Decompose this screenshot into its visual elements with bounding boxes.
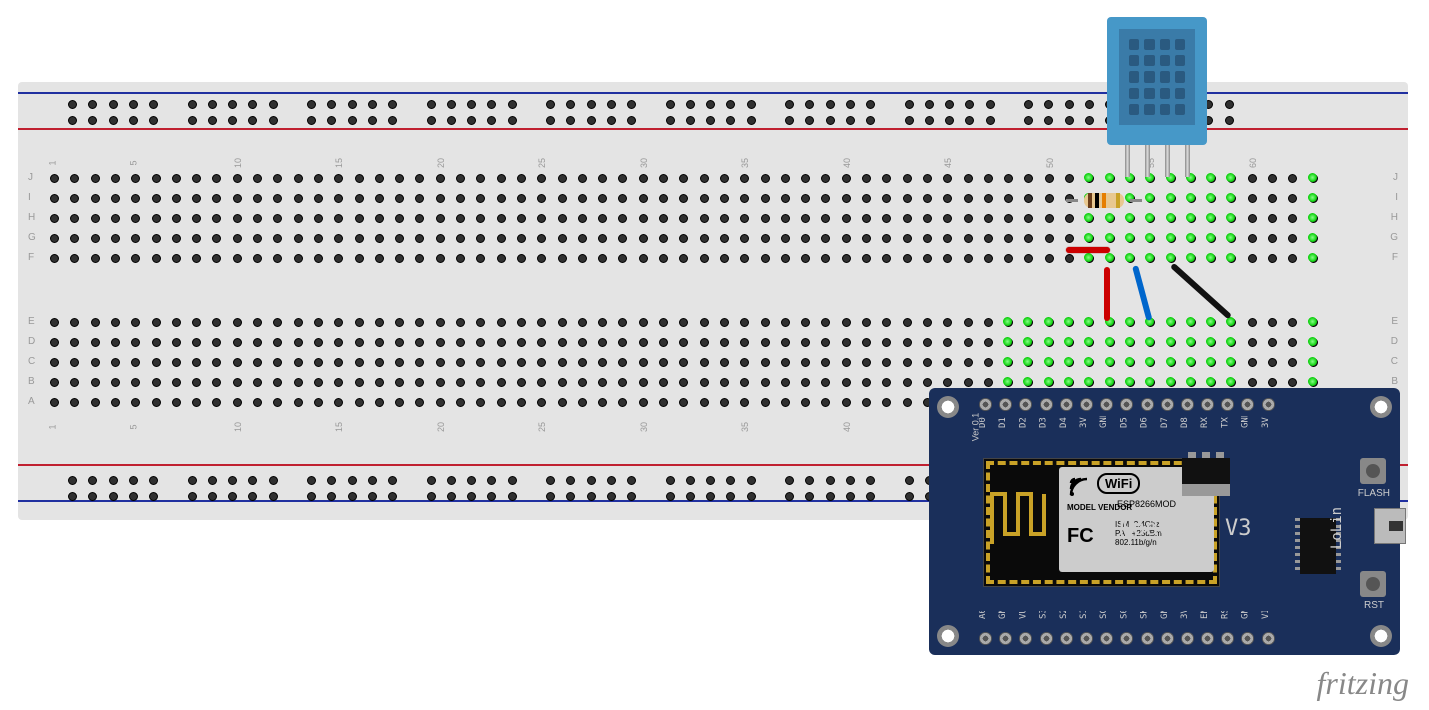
module-label: ESP8266MOD xyxy=(1117,499,1176,509)
svg-text:GND: GND xyxy=(1160,611,1170,619)
svg-text:D0: D0 xyxy=(979,417,988,428)
nodemcu-board: D0 D1 D2 D3 D4 3V GND D5 D6 D7 D8 RX TX GND 3V A0 GND VU… xyxy=(929,388,1400,655)
svg-text:D1: D1 xyxy=(998,417,1008,428)
svg-text:SK: SK xyxy=(1140,611,1150,619)
svg-text:3V: 3V xyxy=(1180,611,1190,619)
version-label: Ver 0.1 xyxy=(970,413,980,442)
svg-text:D7: D7 xyxy=(1160,417,1170,428)
wifi-badge: WiFi xyxy=(1097,473,1140,494)
svg-text:S2: S2 xyxy=(1059,611,1069,619)
svg-text:D3: D3 xyxy=(1039,417,1049,428)
svg-text:VIN: VIN xyxy=(1261,611,1271,619)
svg-text:D6: D6 xyxy=(1140,417,1150,428)
jumper-wire-red-short xyxy=(1066,247,1110,253)
flash-button[interactable] xyxy=(1360,458,1386,484)
svg-text:D5: D5 xyxy=(1119,417,1129,428)
svg-text:TX: TX xyxy=(1220,417,1230,428)
board-title: NodeMCU V3 xyxy=(1119,516,1251,541)
svg-text:GND: GND xyxy=(998,611,1008,619)
svg-text:GND: GND xyxy=(1241,611,1251,619)
micro-usb-port[interactable] xyxy=(1374,508,1406,544)
svg-text:D2: D2 xyxy=(1018,417,1028,428)
flash-button-label: FLASH xyxy=(1358,488,1390,499)
reset-button-label: RST xyxy=(1364,600,1384,611)
svg-text:3V: 3V xyxy=(1261,417,1271,428)
svg-text:D8: D8 xyxy=(1180,417,1190,428)
brand-label: LoLin xyxy=(1329,507,1345,549)
svg-text:S3: S3 xyxy=(1039,611,1049,619)
svg-text:D4: D4 xyxy=(1059,417,1069,428)
svg-text:RST: RST xyxy=(1220,611,1230,619)
dht11-sensor xyxy=(1107,17,1207,145)
jumper-wire-vcc-red xyxy=(1104,267,1110,321)
svg-text:EN: EN xyxy=(1200,611,1210,619)
svg-text:RX: RX xyxy=(1200,417,1210,428)
reset-button[interactable] xyxy=(1360,571,1386,597)
fcc-label: FC xyxy=(1067,525,1094,548)
svg-text:SC: SC xyxy=(1099,611,1109,619)
svg-text:S0: S0 xyxy=(1119,611,1129,619)
svg-text:GND: GND xyxy=(1099,416,1109,428)
svg-text:VU: VU xyxy=(1018,611,1028,619)
svg-text:S1: S1 xyxy=(1079,611,1089,619)
voltage-regulator xyxy=(1182,458,1230,496)
fritzing-watermark: fritzing xyxy=(1317,665,1409,702)
svg-text:3V: 3V xyxy=(1079,417,1089,428)
svg-text:A0: A0 xyxy=(979,611,988,619)
pullup-resistor xyxy=(1072,193,1136,208)
svg-text:GND: GND xyxy=(1241,416,1251,428)
